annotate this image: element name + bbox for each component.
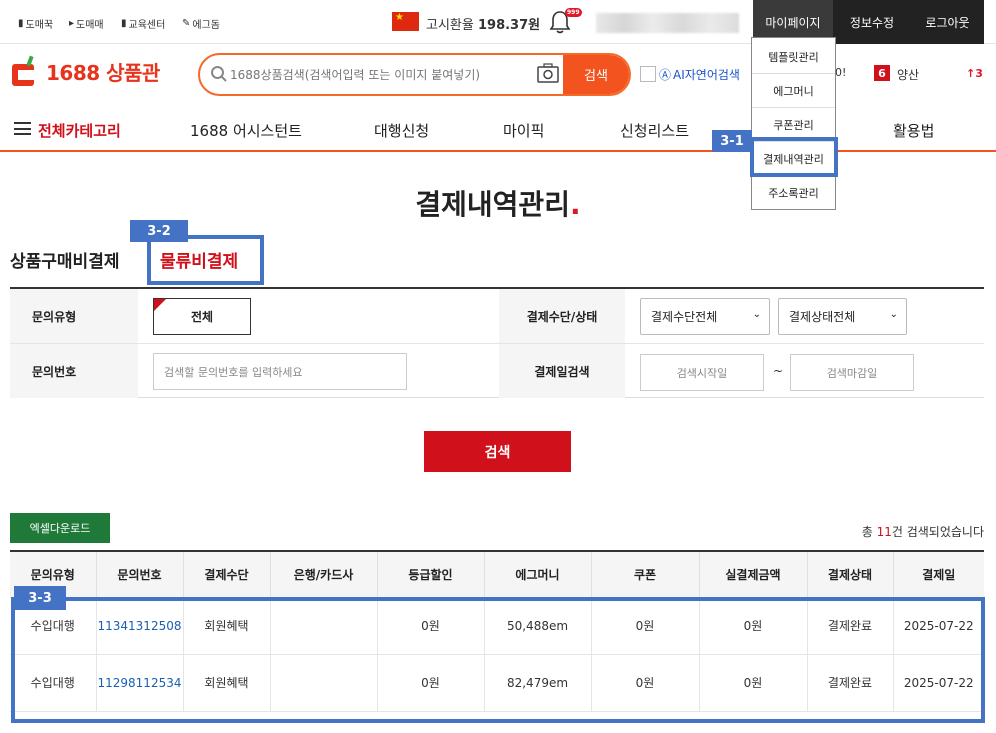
- top-bar: ▮ 도매꾹 ▸ 도매매 ▮ 교육센터 ✎ 에그돔 ★ 고시환율 198.37원 …: [0, 0, 996, 44]
- nav-all-categories[interactable]: 전체카테고리: [38, 120, 121, 141]
- education-icon: ▮: [121, 18, 127, 29]
- inquiry-number-input[interactable]: 검색할 문의번호를 입력하세요: [153, 353, 407, 390]
- col-payment-method: 결제수단: [183, 551, 271, 598]
- exchange-rate: 고시환율 198.37원: [426, 18, 541, 33]
- camera-icon[interactable]: [537, 63, 559, 83]
- col-actual-amount: 실결제금액: [699, 551, 808, 598]
- nav-guide[interactable]: 활용법: [893, 120, 934, 141]
- selected-corner-icon: [154, 299, 166, 311]
- hamburger-icon[interactable]: [14, 122, 31, 135]
- page-title: 결제내역관리.: [415, 188, 581, 221]
- search-button[interactable]: 검색: [424, 431, 571, 472]
- payment-status-select[interactable]: 결제상태전체 ⌄: [778, 298, 907, 335]
- eggdom-link[interactable]: ✎ 에그돔: [182, 16, 220, 31]
- annotation-box-3-3: [11, 597, 985, 723]
- domemae-icon: ▸: [69, 18, 75, 29]
- nav-assistant[interactable]: 1688 어시스턴트: [190, 120, 302, 141]
- annotation-tag-3-2: 3-2: [130, 220, 188, 242]
- nav-request-list[interactable]: 신청리스트: [620, 120, 689, 141]
- search-bar: 검색: [198, 53, 631, 96]
- rank-keyword[interactable]: 양산: [897, 66, 919, 83]
- col-eggmoney: 에그머니: [484, 551, 592, 598]
- edit-info-button[interactable]: 정보수정: [833, 0, 911, 44]
- logo-icon: [12, 55, 34, 86]
- tab-logistics-payment[interactable]: 물류비결제: [160, 247, 238, 272]
- col-payment-status: 결제상태: [807, 551, 894, 598]
- rank-number: 6: [874, 65, 890, 81]
- header-search-button[interactable]: 검색: [563, 55, 629, 94]
- user-info-blurred: [596, 13, 739, 33]
- filter-row-2: 문의번호 검색할 문의번호를 입력하세요 결제일검색 검색시작일 ~ 검색마감일: [10, 343, 984, 398]
- date-start-input[interactable]: 검색시작일: [640, 354, 764, 391]
- filter-row-1: 문의유형 전체 결제수단/상태 결제수단전체 ⌄ 결제상태전체 ⌄: [10, 289, 984, 343]
- col-grade-discount: 등급할인: [377, 551, 485, 598]
- annotation-box-3-1: [750, 137, 838, 177]
- col-bank-card: 은행/카드사: [270, 551, 378, 598]
- header-truncated-text: 0!: [835, 66, 847, 79]
- ai-icon: Ⓐ: [659, 68, 672, 82]
- eggdom-icon: ✎: [182, 18, 191, 29]
- col-inquiry-number: 문의번호: [96, 551, 184, 598]
- total-count: 11: [876, 525, 892, 539]
- table-header-row: 문의유형 문의번호 결제수단 은행/카드사 등급할인 에그머니 쿠폰 실결제금액…: [10, 551, 984, 598]
- chevron-down-icon: ⌄: [752, 309, 761, 320]
- rank-change: ↑3: [966, 67, 983, 80]
- inquiry-type-label: 문의유형: [10, 289, 138, 343]
- tab-product-payment[interactable]: 상품구매비결제: [10, 247, 119, 272]
- logout-button[interactable]: 로그아웃: [911, 0, 984, 44]
- total-count-text: 총 11건 검색되었습니다: [861, 525, 984, 539]
- domeggook-icon: ▮: [18, 18, 24, 29]
- menu-template[interactable]: 템플릿관리: [752, 40, 835, 74]
- payment-method-select[interactable]: 결제수단전체 ⌄: [640, 298, 770, 335]
- col-coupon: 쿠폰: [591, 551, 700, 598]
- date-end-input[interactable]: 검색마감일: [790, 354, 914, 391]
- exchange-rate-value: 198.37원: [477, 18, 541, 33]
- inquiry-number-label: 문의번호: [10, 344, 138, 398]
- annotation-tag-3-3: 3-3: [14, 586, 66, 610]
- education-center-link[interactable]: ▮ 교육센터: [121, 16, 165, 31]
- main-nav: 전체카테고리 1688 어시스턴트 대행신청 마이픽 신청리스트 활용법: [0, 108, 996, 152]
- payment-method-status-label: 결제수단/상태: [499, 289, 625, 343]
- china-flag-icon: ★: [392, 12, 419, 31]
- menu-eggmoney[interactable]: 에그머니: [752, 74, 835, 108]
- domeggook-link[interactable]: ▮ 도매꾹: [18, 16, 53, 31]
- date-separator: ~: [773, 364, 784, 378]
- notification-badge: 999: [565, 8, 582, 17]
- col-payment-date: 결제일: [893, 551, 984, 598]
- site-logo[interactable]: 1688 상품관: [10, 54, 160, 88]
- annotation-tag-3-1: 3-1: [712, 130, 752, 152]
- ai-search-checkbox[interactable]: [640, 66, 656, 82]
- domemae-link[interactable]: ▸ 도매매: [69, 16, 104, 31]
- search-input[interactable]: [230, 55, 530, 94]
- ai-search-label[interactable]: Ⓐ AI자연어검색: [659, 66, 740, 83]
- chevron-down-icon: ⌄: [889, 309, 898, 320]
- filter-panel: 문의유형 전체 결제수단/상태 결제수단전체 ⌄ 결제상태전체 ⌄ 문의번호 검…: [10, 287, 984, 398]
- nav-agency-request[interactable]: 대행신청: [374, 120, 429, 141]
- inquiry-type-all-button[interactable]: 전체: [153, 298, 251, 335]
- search-icon: [211, 66, 227, 82]
- payment-date-label: 결제일검색: [499, 344, 625, 398]
- nav-mypick[interactable]: 마이픽: [503, 120, 544, 141]
- excel-download-button[interactable]: 엑셀다운로드: [10, 513, 110, 543]
